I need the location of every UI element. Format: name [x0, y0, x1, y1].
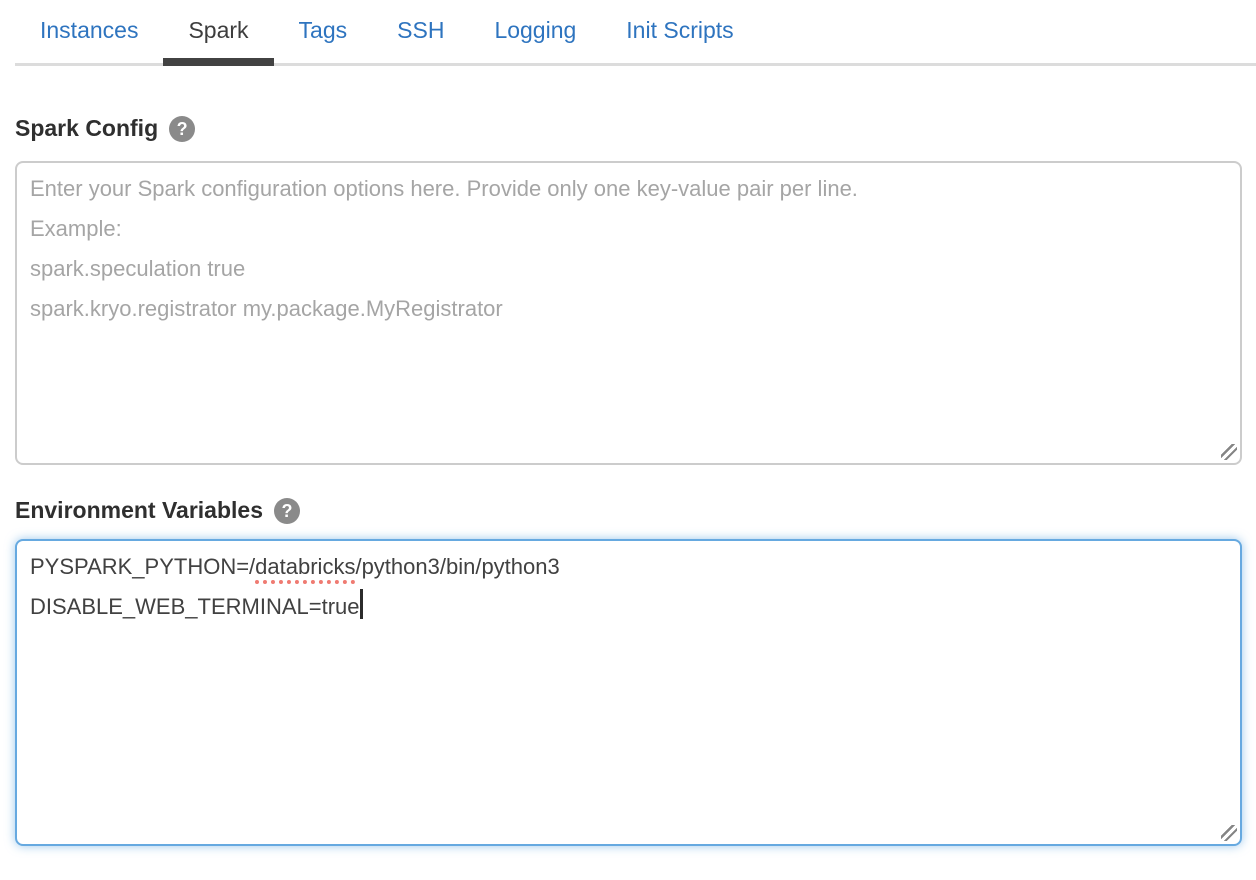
- resize-handle-icon[interactable]: [1221, 444, 1237, 460]
- spark-config-box: [15, 161, 1242, 465]
- env-line1-suffix: /python3/bin/python3: [355, 554, 559, 579]
- cluster-config-tabs: Instances Spark Tags SSH Logging Init Sc…: [0, 1, 1256, 66]
- env-misspelled-word: databricks: [255, 554, 355, 579]
- env-line2: DISABLE_WEB_TERMINAL=true: [30, 594, 360, 619]
- help-icon[interactable]: ?: [274, 498, 300, 524]
- environment-variables-box: PYSPARK_PYTHON=/databricks/python3/bin/p…: [15, 539, 1242, 846]
- resize-handle-icon[interactable]: [1221, 825, 1237, 841]
- spark-config-label: Spark Config: [15, 115, 158, 142]
- tab-instances[interactable]: Instances: [15, 1, 163, 66]
- help-icon[interactable]: ?: [169, 116, 195, 142]
- spark-config-input[interactable]: [15, 161, 1242, 465]
- tab-init-scripts[interactable]: Init Scripts: [601, 1, 758, 66]
- environment-variables-label: Environment Variables: [15, 497, 263, 524]
- spark-config-section-label: Spark Config ?: [15, 114, 1242, 142]
- tab-spark[interactable]: Spark: [163, 1, 273, 66]
- tab-tags[interactable]: Tags: [274, 1, 373, 66]
- tab-logging[interactable]: Logging: [469, 1, 601, 66]
- environment-variables-input[interactable]: PYSPARK_PYTHON=/databricks/python3/bin/p…: [15, 539, 1242, 846]
- text-caret: [360, 589, 363, 619]
- environment-variables-section-label: Environment Variables ?: [15, 496, 1242, 524]
- tab-ssh[interactable]: SSH: [372, 1, 469, 66]
- env-line1-prefix: PYSPARK_PYTHON=/: [30, 554, 255, 579]
